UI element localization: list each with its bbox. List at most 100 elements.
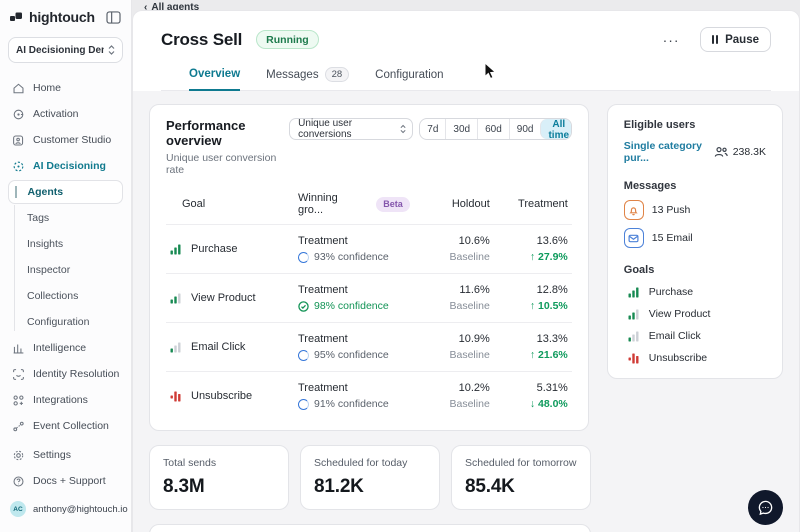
sidebar-item-identity-resolution[interactable]: Identity Resolution bbox=[0, 361, 131, 387]
mouse-cursor bbox=[484, 62, 497, 80]
status-badge: Running bbox=[256, 30, 319, 49]
lift-down-arrow: ↓ bbox=[530, 398, 535, 410]
sidebar-item-label: Settings bbox=[33, 449, 71, 461]
lift-up-arrow: ↑ bbox=[530, 349, 535, 361]
email-envelope-icon bbox=[624, 228, 644, 248]
sidebar-item-inspector[interactable]: Inspector bbox=[0, 257, 131, 283]
metric-select[interactable]: Unique user conversions bbox=[289, 118, 413, 140]
sends-over-time-card: Sends over time 7d 30d 60d 90d All time … bbox=[149, 524, 591, 532]
beta-badge: Beta bbox=[376, 197, 410, 212]
select-stepper-icon bbox=[400, 124, 406, 134]
confidence-pending-icon bbox=[298, 399, 309, 410]
help-icon bbox=[12, 475, 25, 488]
scheduled-today-card: Scheduled for today 81.2K bbox=[300, 445, 440, 510]
sidebar-item-home[interactable]: Home bbox=[0, 75, 131, 101]
sidebar-item-label: Integrations bbox=[33, 394, 88, 406]
confidence-pending-icon bbox=[298, 350, 309, 361]
tab-messages[interactable]: Messages 28 bbox=[266, 67, 349, 90]
users-icon bbox=[714, 146, 728, 158]
workspace-selector[interactable]: AI Decisioning Demo - ... bbox=[8, 37, 123, 63]
table-row[interactable]: Purchase Treatment 93% confidence 10.6%B… bbox=[166, 224, 572, 273]
agents-subnav: Tags Insights Inspector Collections Conf… bbox=[0, 205, 131, 335]
tree-guide-line bbox=[15, 186, 17, 198]
range-all-time[interactable]: All time bbox=[540, 119, 571, 139]
lift-up-arrow: ↑ bbox=[530, 300, 535, 312]
scheduled-today-value: 81.2K bbox=[314, 476, 426, 498]
main-area: ‹ All agents Cross Sell Running ··· Paus… bbox=[132, 0, 800, 532]
tab-configuration[interactable]: Configuration bbox=[375, 67, 443, 90]
range-90d[interactable]: 90d bbox=[509, 119, 541, 139]
more-actions-button[interactable]: ··· bbox=[659, 33, 684, 47]
page-title: Cross Sell bbox=[161, 30, 242, 50]
lift-up-arrow: ↑ bbox=[530, 251, 535, 263]
sidebar-collapse-icon[interactable] bbox=[106, 11, 121, 24]
app-root: hightouch AI Decisioning Demo - ... Home… bbox=[0, 0, 800, 532]
integrations-icon bbox=[12, 394, 25, 407]
email-messages-row: 15 Email bbox=[624, 228, 766, 248]
goal-email-click-icon bbox=[170, 341, 182, 353]
sidebar-item-agents[interactable]: Agents bbox=[8, 180, 123, 204]
intelligence-icon bbox=[12, 342, 25, 355]
total-sends-value: 8.3M bbox=[163, 476, 275, 498]
table-row[interactable]: View Product Treatment 98% confidence 11… bbox=[166, 273, 572, 322]
audience-link[interactable]: Single category pur... bbox=[624, 140, 714, 164]
account-menu[interactable]: AC anthony@hightouch.io bbox=[0, 494, 131, 524]
select-stepper-icon bbox=[108, 45, 115, 55]
total-sends-card: Total sends 8.3M bbox=[149, 445, 289, 510]
goal-list-item: Purchase bbox=[624, 286, 766, 298]
pause-icon bbox=[712, 35, 719, 44]
hightouch-logo-icon bbox=[10, 11, 23, 24]
customer-studio-icon bbox=[12, 134, 25, 147]
goals-title: Goals bbox=[624, 264, 766, 276]
range-30d[interactable]: 30d bbox=[445, 119, 477, 139]
goal-unsubscribe-icon bbox=[170, 390, 182, 402]
sidebar-item-integrations[interactable]: Integrations bbox=[0, 387, 131, 413]
scheduled-tomorrow-value: 85.4K bbox=[465, 476, 577, 498]
goal-view-product-icon bbox=[170, 292, 182, 304]
sidebar-item-insights[interactable]: Insights bbox=[0, 231, 131, 257]
messages-count-badge: 28 bbox=[325, 67, 350, 82]
sidebar-item-label: Activation bbox=[33, 108, 79, 120]
table-row[interactable]: Unsubscribe Treatment 91% confidence 10.… bbox=[166, 371, 572, 420]
chat-widget-button[interactable] bbox=[748, 490, 783, 525]
table-header-row: Goal Winning gro...Beta Holdout Treatmen… bbox=[166, 190, 572, 224]
sidebar-item-label: Identity Resolution bbox=[33, 368, 119, 380]
sidebar-item-label: Event Collection bbox=[33, 420, 109, 432]
sidebar-item-settings[interactable]: Settings bbox=[0, 442, 131, 468]
eligible-users-title: Eligible users bbox=[624, 119, 766, 131]
sidebar-item-customer-studio[interactable]: Customer Studio bbox=[0, 127, 131, 153]
sidebar-item-tags[interactable]: Tags bbox=[0, 205, 131, 231]
sidebar-item-ai-decisioning[interactable]: AI Decisioning bbox=[0, 153, 131, 179]
sidebar-item-event-collection[interactable]: Event Collection bbox=[0, 413, 131, 439]
eligible-users-card: Eligible users Single category pur... 23… bbox=[607, 104, 783, 379]
range-7d[interactable]: 7d bbox=[420, 119, 445, 139]
performance-range-selector: 7d 30d 60d 90d All time bbox=[419, 118, 572, 140]
performance-table: Goal Winning gro...Beta Holdout Treatmen… bbox=[166, 190, 572, 420]
sidebar-item-label: Home bbox=[33, 82, 61, 94]
tab-bar: Overview Messages 28 Configuration bbox=[161, 67, 771, 91]
pause-button[interactable]: Pause bbox=[700, 27, 771, 52]
sidebar-item-label: Agents bbox=[28, 186, 64, 198]
sidebar-item-configuration[interactable]: Configuration bbox=[0, 309, 131, 335]
sidebar-nav: Home Activation Customer Studio AI Decis… bbox=[0, 73, 131, 532]
sidebar-item-intelligence[interactable]: Intelligence bbox=[0, 335, 131, 361]
sidebar-item-collections[interactable]: Collections bbox=[0, 283, 131, 309]
performance-title: Performance overview bbox=[166, 118, 289, 148]
eligible-count: 238.3K bbox=[733, 146, 766, 158]
range-60d[interactable]: 60d bbox=[477, 119, 509, 139]
goal-unsubscribe-icon bbox=[628, 352, 640, 364]
agent-panel: Cross Sell Running ··· Pause Overview Me… bbox=[132, 10, 800, 532]
sidebar-item-activation[interactable]: Activation bbox=[0, 101, 131, 127]
stats-row: Total sends 8.3M Scheduled for today 81.… bbox=[149, 445, 591, 510]
sidebar-item-label: AI Decisioning bbox=[33, 160, 106, 172]
push-messages-row: 13 Push bbox=[624, 200, 766, 220]
activation-icon bbox=[12, 108, 25, 121]
avatar: AC bbox=[10, 501, 26, 517]
sidebar-item-label: Intelligence bbox=[33, 342, 86, 354]
tab-overview[interactable]: Overview bbox=[189, 67, 240, 91]
home-icon bbox=[12, 82, 25, 95]
sidebar-item-docs-support[interactable]: Docs + Support bbox=[0, 468, 131, 494]
table-row[interactable]: Email Click Treatment 95% confidence 10.… bbox=[166, 322, 572, 371]
goal-email-click-icon bbox=[628, 330, 640, 342]
goal-list-item: Email Click bbox=[624, 330, 766, 342]
